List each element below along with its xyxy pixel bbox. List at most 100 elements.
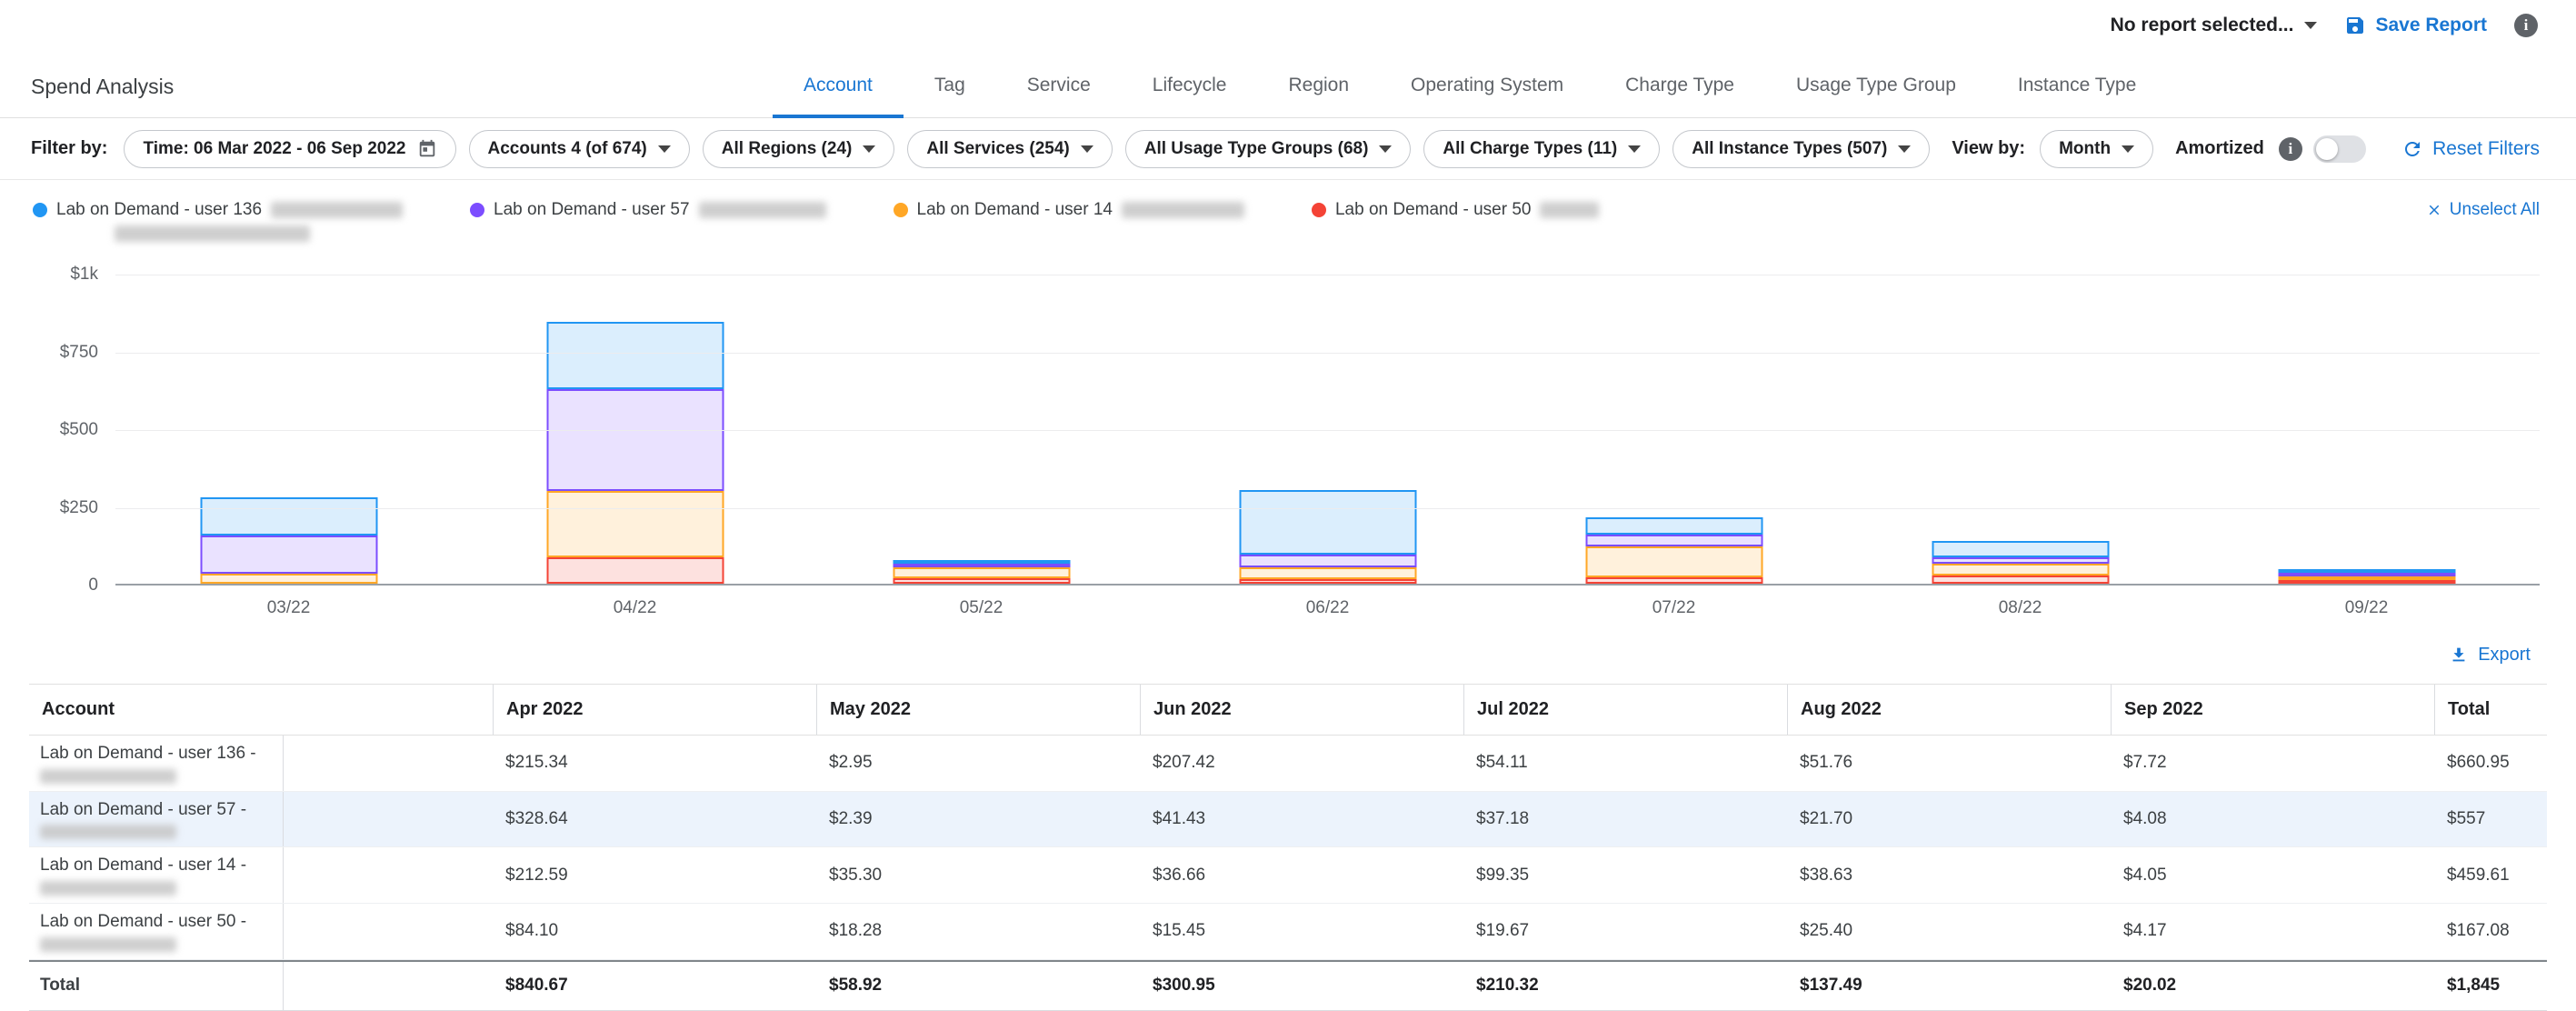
bar-segment-lab-on-demand-user-57[interactable] [1932, 557, 2109, 564]
tab-tag[interactable]: Tag [904, 75, 996, 118]
column-header-aug-2022[interactable]: Aug 2022 [1787, 685, 2111, 735]
chevron-down-icon [1379, 145, 1392, 153]
tab-bar: AccountTagServiceLifecycleRegionOperatin… [773, 75, 2167, 118]
bar-segment-lab-on-demand-user-14[interactable] [893, 567, 1070, 578]
legend-item-lab-on-demand-user-136[interactable]: Lab on Demand - user 136 [33, 200, 403, 242]
filter-pill-instance-types[interactable]: All Instance Types (507) [1672, 130, 1930, 168]
bar-segment-lab-on-demand-user-57[interactable] [1239, 555, 1416, 567]
column-header-account[interactable]: Account [29, 685, 284, 735]
table-row[interactable]: Lab on Demand - user 57 -$328.64$2.39$41… [29, 792, 2547, 848]
y-tick-label: $750 [29, 343, 98, 363]
filter-pill-charge-types[interactable]: All Charge Types (11) [1423, 130, 1660, 168]
info-icon[interactable]: i [2279, 137, 2302, 161]
table-row[interactable]: Lab on Demand - user 14 -$212.59$35.30$3… [29, 847, 2547, 904]
legend-item-lab-on-demand-user-50[interactable]: Lab on Demand - user 50 [1312, 200, 1599, 220]
value-cell: $7.72 [2111, 736, 2434, 791]
filter-pill-accounts[interactable]: Accounts 4 (of 674) [469, 130, 690, 168]
view-by-dropdown[interactable]: Month [2040, 130, 2153, 168]
view-by-group: View by: Month [1952, 130, 2153, 168]
unselect-all-button[interactable]: Unselect All [2426, 200, 2540, 220]
bar-segment-lab-on-demand-user-14[interactable] [546, 491, 724, 557]
legend-dot-icon [894, 203, 908, 217]
bar-segment-lab-on-demand-user-14[interactable] [1239, 567, 1416, 579]
close-icon [2426, 202, 2442, 218]
reset-filters-button[interactable]: Reset Filters [2401, 138, 2540, 160]
chevron-down-icon [2122, 145, 2134, 153]
redacted-text [1540, 202, 1599, 218]
bar-segment-lab-on-demand-user-136[interactable] [1585, 517, 1762, 535]
report-selector-dropdown[interactable]: No report selected... [2111, 15, 2318, 36]
gridline [115, 508, 2540, 509]
bar-segment-lab-on-demand-user-57[interactable] [1585, 535, 1762, 546]
value-cell: $25.40 [1787, 904, 2111, 959]
column-header-sep-2022[interactable]: Sep 2022 [2111, 685, 2434, 735]
redacted-text [1122, 202, 1244, 218]
info-icon[interactable]: i [2514, 14, 2538, 37]
account-cell: Lab on Demand - user 50 - [29, 904, 284, 959]
bar-segment-lab-on-demand-user-136[interactable] [1239, 490, 1416, 555]
bar-segment-lab-on-demand-user-57[interactable] [200, 536, 377, 574]
account-cell: Lab on Demand - user 57 - [29, 792, 284, 847]
bar-segment-lab-on-demand-user-50[interactable] [893, 578, 1070, 584]
value-cell: $4.05 [2111, 847, 2434, 903]
bar-segment-lab-on-demand-user-57[interactable] [546, 389, 724, 491]
tab-lifecycle[interactable]: Lifecycle [1122, 75, 1258, 118]
y-tick-label: 0 [29, 576, 98, 596]
bar-segment-lab-on-demand-user-136[interactable] [1932, 541, 2109, 557]
tab-service[interactable]: Service [996, 75, 1122, 118]
filter-pill-time[interactable]: Time: 06 Mar 2022 - 06 Sep 2022 [124, 130, 455, 168]
value-cell: $328.64 [493, 792, 816, 847]
bar-segment-lab-on-demand-user-136[interactable] [546, 322, 724, 389]
bar-segment-lab-on-demand-user-50[interactable] [2278, 580, 2455, 584]
column-header-may-2022[interactable]: May 2022 [816, 685, 1140, 735]
tab-charge-type[interactable]: Charge Type [1594, 75, 1765, 118]
bar-segment-lab-on-demand-user-136[interactable] [200, 497, 377, 536]
bar-group-08-22[interactable] [1847, 275, 2193, 584]
y-tick-label: $1k [29, 265, 98, 285]
bar-group-04-22[interactable] [462, 275, 808, 584]
calendar-icon [417, 139, 437, 159]
filter-pill-regions[interactable]: All Regions (24) [703, 130, 895, 168]
bar-group-05-22[interactable] [808, 275, 1154, 584]
stacked-bar [1932, 541, 2109, 584]
bar-group-03-22[interactable] [115, 275, 462, 584]
value-cell: $660.95 [2434, 736, 2547, 791]
table-row[interactable]: Lab on Demand - user 136 -$215.34$2.95$2… [29, 736, 2547, 792]
bar-group-07-22[interactable] [1501, 275, 1847, 584]
tab-operating-system[interactable]: Operating System [1380, 75, 1594, 118]
spend-chart: $1k$750$500$2500 03/2204/2205/2206/2207/… [29, 258, 2540, 633]
table-row[interactable]: Lab on Demand - user 50 -$84.10$18.28$15… [29, 904, 2547, 960]
tab-instance-type[interactable]: Instance Type [1987, 75, 2167, 118]
column-header-jun-2022[interactable]: Jun 2022 [1140, 685, 1463, 735]
bar-segment-lab-on-demand-user-14[interactable] [1585, 546, 1762, 577]
column-header-total[interactable]: Total [2434, 685, 2547, 735]
x-tick-label: 05/22 [808, 598, 1154, 618]
bar-segment-lab-on-demand-user-50[interactable] [546, 557, 724, 584]
chevron-down-icon [863, 145, 875, 153]
bar-segment-lab-on-demand-user-50[interactable] [1239, 579, 1416, 584]
header-spacer [284, 685, 493, 735]
bar-segment-lab-on-demand-user-14[interactable] [1932, 564, 2109, 576]
export-button[interactable]: Export [2443, 644, 2536, 666]
value-cell: $4.08 [2111, 792, 2434, 847]
export-icon [2449, 645, 2469, 665]
filter-pill-usage-type-groups[interactable]: All Usage Type Groups (68) [1125, 130, 1412, 168]
column-header-apr-2022[interactable]: Apr 2022 [493, 685, 816, 735]
bar-group-09-22[interactable] [2193, 275, 2540, 584]
report-selector-label: No report selected... [2111, 15, 2294, 36]
bar-segment-lab-on-demand-user-50[interactable] [1932, 576, 2109, 584]
tab-usage-type-group[interactable]: Usage Type Group [1765, 75, 1987, 118]
bar-group-06-22[interactable] [1154, 275, 1501, 584]
filter-pill-services[interactable]: All Services (254) [907, 130, 1112, 168]
bar-segment-lab-on-demand-user-14[interactable] [200, 574, 377, 584]
export-row: Export [0, 633, 2576, 680]
amortized-toggle[interactable] [2313, 135, 2366, 163]
tab-account[interactable]: Account [773, 75, 904, 118]
legend-item-lab-on-demand-user-57[interactable]: Lab on Demand - user 57 [470, 200, 825, 220]
save-report-button[interactable]: Save Report [2344, 15, 2487, 36]
bar-segment-lab-on-demand-user-50[interactable] [1585, 577, 1762, 584]
column-header-jul-2022[interactable]: Jul 2022 [1463, 685, 1787, 735]
spend-table: Account Apr 2022May 2022Jun 2022Jul 2022A… [29, 684, 2547, 1011]
legend-item-lab-on-demand-user-14[interactable]: Lab on Demand - user 14 [894, 200, 1244, 220]
tab-region[interactable]: Region [1257, 75, 1380, 118]
